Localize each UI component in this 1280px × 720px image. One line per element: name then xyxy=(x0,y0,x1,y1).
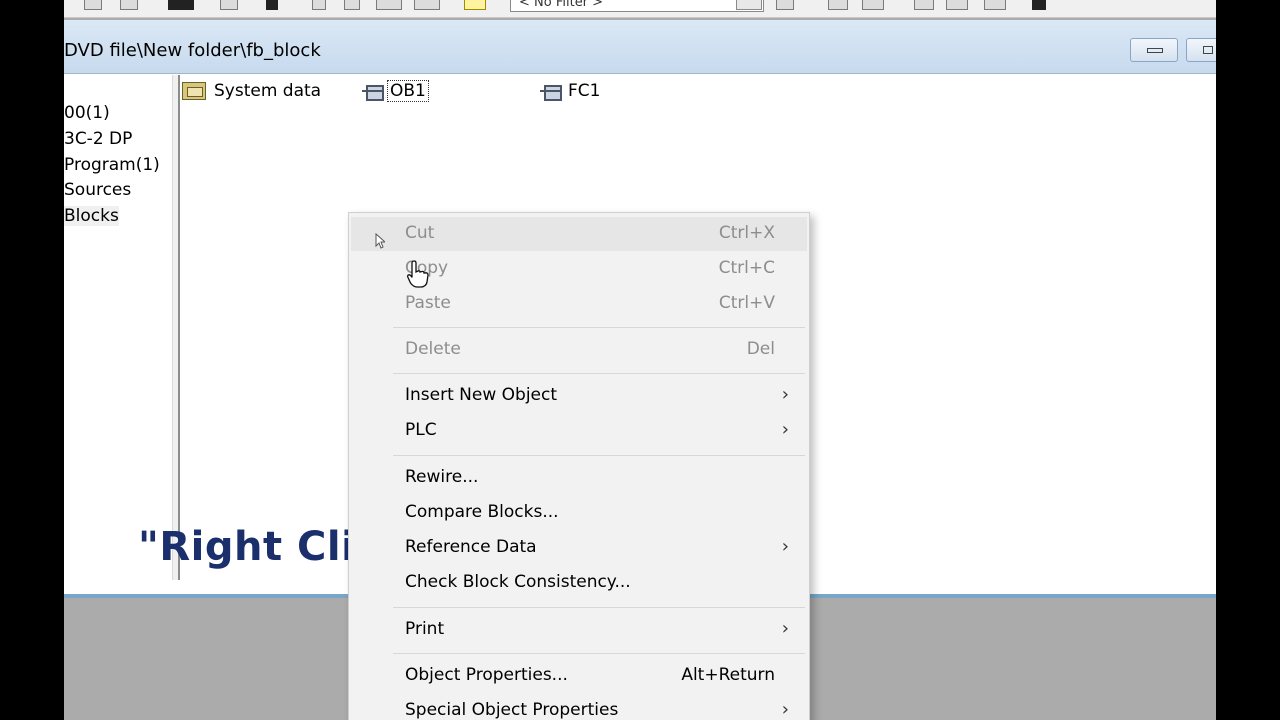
menu-item-shortcut: Ctrl+X xyxy=(718,223,775,243)
menu-item-label: Insert New Object xyxy=(405,385,558,405)
menu-item-label: Print xyxy=(405,619,445,639)
tile-horizontal-icon[interactable] xyxy=(946,0,968,10)
menu-item-reference-data[interactable]: Reference Data › xyxy=(351,531,807,565)
menu-item-shortcut: Del xyxy=(746,339,775,359)
context-menu: Cut Ctrl+X Copy Ctrl+C Paste Ctrl+V Dele… xyxy=(348,212,810,720)
object-label: OB1 xyxy=(387,80,429,102)
filter-value: < No Filter > xyxy=(519,0,604,10)
menu-item-label: Paste xyxy=(405,293,451,313)
tree-item-sources[interactable]: Sources xyxy=(64,180,131,200)
download-icon[interactable] xyxy=(220,0,238,10)
paste-icon[interactable] xyxy=(120,0,138,10)
tree-item-program[interactable]: Program(1) xyxy=(64,155,160,175)
menu-item-check-block-consistency[interactable]: Check Block Consistency... xyxy=(351,566,807,600)
cascade-windows-icon[interactable] xyxy=(914,0,934,10)
menu-item-shortcut: Ctrl+V xyxy=(718,293,775,313)
minimize-button[interactable] xyxy=(1130,38,1178,62)
window-title: DVD file\New folder\fb_block xyxy=(64,40,321,61)
menu-item-print[interactable]: Print › xyxy=(351,613,807,647)
menu-item-shortcut: Ctrl+C xyxy=(718,258,775,278)
small-icons-icon[interactable] xyxy=(344,0,360,10)
menu-item-delete[interactable]: Delete Del xyxy=(351,333,807,367)
menu-separator xyxy=(393,607,805,608)
help-pointer-icon[interactable] xyxy=(1032,0,1046,10)
submenu-arrow-icon: › xyxy=(781,536,789,557)
tile-vertical-icon[interactable] xyxy=(984,0,1006,10)
menu-item-label: Rewire... xyxy=(405,467,479,487)
menu-item-label: PLC xyxy=(405,420,437,440)
list-view-icon[interactable] xyxy=(376,0,402,10)
system-data-folder-icon xyxy=(182,82,206,100)
menu-item-rewire[interactable]: Rewire... xyxy=(351,461,807,495)
submenu-arrow-icon: › xyxy=(781,618,789,639)
accessible-nodes-icon[interactable] xyxy=(862,0,884,10)
mouse-pointer-icon xyxy=(375,233,385,249)
pane-splitter[interactable] xyxy=(172,75,180,580)
window-titlebar: DVD file\New folder\fb_block xyxy=(64,20,1216,74)
menu-item-copy[interactable]: Copy Ctrl+C xyxy=(351,252,807,288)
menu-item-label: Reference Data xyxy=(405,537,537,557)
menu-item-label: Check Block Consistency... xyxy=(405,572,631,592)
large-icons-icon[interactable] xyxy=(312,0,326,10)
tree-item-station[interactable]: 00(1) xyxy=(64,103,110,123)
submenu-arrow-icon: › xyxy=(781,419,789,440)
submenu-arrow-icon: › xyxy=(781,699,789,720)
object-ob1[interactable]: OB1 xyxy=(362,79,429,103)
menu-item-label: Object Properties... xyxy=(405,665,568,685)
menu-item-special-object-properties[interactable]: Special Object Properties › xyxy=(351,694,807,720)
upload-icon[interactable] xyxy=(266,0,278,10)
menu-separator xyxy=(393,373,805,374)
up-one-level-icon[interactable] xyxy=(464,0,486,10)
details-view-icon[interactable] xyxy=(414,0,440,10)
menu-item-paste[interactable]: Paste Ctrl+V xyxy=(351,287,807,321)
menu-item-shortcut: Alt+Return xyxy=(681,665,775,685)
menu-item-label: Delete xyxy=(405,339,461,359)
network-icon[interactable] xyxy=(168,0,194,10)
project-tree: 00(1) 3C-2 DP Program(1) Sources Blocks xyxy=(64,75,172,580)
copy-icon[interactable] xyxy=(84,0,102,10)
tree-item-blocks[interactable]: Blocks xyxy=(64,206,119,226)
menu-item-compare-blocks[interactable]: Compare Blocks... xyxy=(351,496,807,530)
menu-separator xyxy=(393,455,805,456)
menu-separator xyxy=(393,327,805,328)
menu-item-label: Special Object Properties xyxy=(405,700,619,720)
menu-item-insert-new-object[interactable]: Insert New Object › xyxy=(351,379,807,413)
submenu-arrow-icon: › xyxy=(781,384,789,405)
hand-cursor-icon xyxy=(407,260,429,288)
restore-icon xyxy=(1203,46,1213,54)
menu-item-cut[interactable]: Cut Ctrl+X xyxy=(351,217,807,251)
restore-button[interactable] xyxy=(1186,38,1216,62)
toolbar: < No Filter > xyxy=(64,0,1216,18)
menu-separator xyxy=(393,653,805,654)
tree-item-cpu[interactable]: 3C-2 DP xyxy=(64,129,132,149)
filter-dropdown-button[interactable] xyxy=(736,0,762,10)
minimize-icon xyxy=(1147,48,1163,53)
simulation-icon[interactable] xyxy=(828,0,848,10)
menu-item-object-properties[interactable]: Object Properties... Alt+Return xyxy=(351,659,807,693)
filter-select[interactable]: < No Filter > xyxy=(510,0,764,12)
object-system-data[interactable]: System data xyxy=(182,79,323,103)
menu-item-label: Compare Blocks... xyxy=(405,502,559,522)
block-icon xyxy=(362,84,384,101)
menu-item-plc[interactable]: PLC › xyxy=(351,414,807,448)
object-label: FC1 xyxy=(568,81,601,101)
object-label: System data xyxy=(214,81,322,101)
object-fc1[interactable]: FC1 xyxy=(540,79,602,103)
filter-settings-icon[interactable] xyxy=(776,0,794,10)
menu-item-label: Cut xyxy=(405,223,435,243)
app-stage: < No Filter > DVD file\New folder\fb_blo… xyxy=(64,0,1216,720)
block-icon xyxy=(540,84,562,101)
